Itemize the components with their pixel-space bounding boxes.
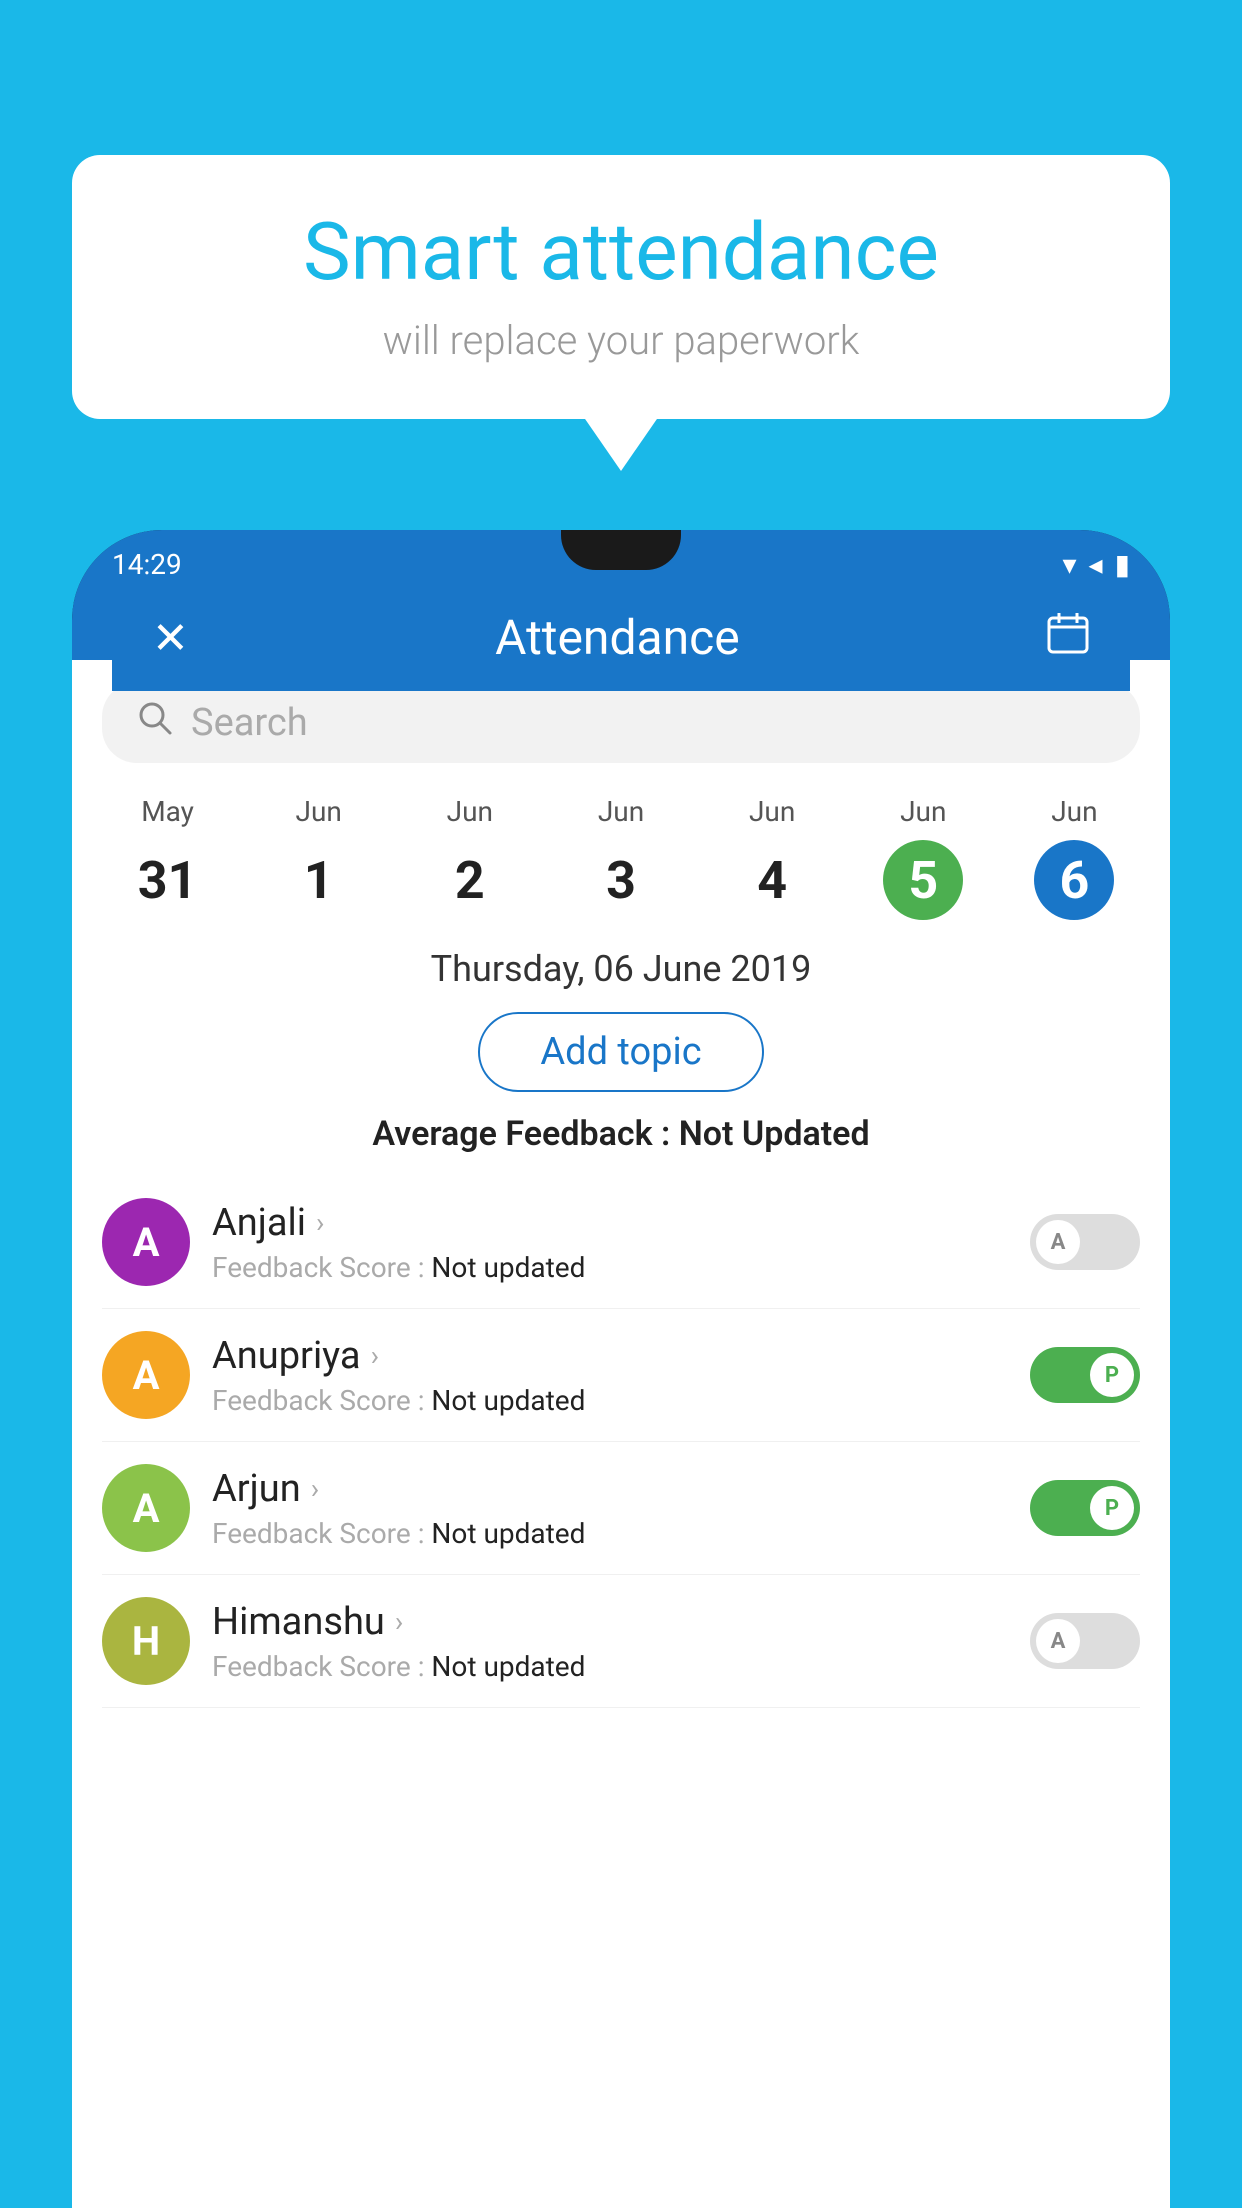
calendar-day[interactable]: Jun 6 [999, 795, 1150, 920]
cal-month-label: Jun [848, 795, 999, 828]
speech-bubble: Smart attendance will replace your paper… [72, 155, 1170, 419]
cal-month-label: Jun [243, 795, 394, 828]
feedback-value: Not updated [431, 1517, 585, 1550]
cal-date-number[interactable]: 6 [1034, 840, 1114, 920]
student-item[interactable]: A Anupriya › Feedback Score : Not updated P [102, 1309, 1140, 1442]
average-feedback: Average Feedback : Not Updated [72, 1114, 1170, 1154]
calendar-day[interactable]: Jun 3 [545, 795, 696, 920]
phone-content: Search May 31 Jun 1 Jun 2 Jun 3 Jun 4 Jun 5 Jun 6 Thu… [72, 660, 1170, 2208]
cal-month-label: Jun [394, 795, 545, 828]
cal-month-label: Jun [999, 795, 1150, 828]
calendar-day[interactable]: Jun 4 [697, 795, 848, 920]
attendance-toggle[interactable]: P [1030, 1347, 1140, 1403]
toggle-knob: P [1090, 1353, 1134, 1397]
cal-date-number[interactable]: 4 [732, 840, 812, 920]
chevron-right-icon: › [371, 1339, 379, 1372]
student-name: Anjali › [212, 1201, 1008, 1245]
cal-date-number[interactable]: 1 [279, 840, 359, 920]
attendance-toggle[interactable]: A [1030, 1214, 1140, 1270]
student-name: Himanshu › [212, 1600, 1008, 1644]
student-name: Arjun › [212, 1467, 1008, 1511]
toggle-knob: A [1036, 1220, 1080, 1264]
calendar-strip: May 31 Jun 1 Jun 2 Jun 3 Jun 4 Jun 5 Jun 6 [72, 785, 1170, 930]
app-bar: ✕ Attendance [112, 589, 1130, 691]
cal-month-label: Jun [697, 795, 848, 828]
cal-date-number[interactable]: 2 [430, 840, 510, 920]
student-item[interactable]: A Arjun › Feedback Score : Not updated P [102, 1442, 1140, 1575]
attendance-toggle[interactable]: A [1030, 1613, 1140, 1669]
student-item[interactable]: H Himanshu › Feedback Score : Not updated A [102, 1575, 1140, 1708]
cal-month-label: May [92, 795, 243, 828]
feedback-value: Not updated [431, 1251, 585, 1284]
avg-feedback-label: Average Feedback : [372, 1114, 678, 1154]
phone-frame: 14:29 ▾ ◂ ▮ ✕ Attendance [72, 530, 1170, 2208]
chevron-right-icon: › [395, 1605, 403, 1638]
feedback-score: Feedback Score : Not updated [212, 1384, 1008, 1417]
search-input-placeholder: Search [191, 701, 308, 745]
chevron-right-icon: › [316, 1206, 324, 1239]
feedback-value: Not updated [431, 1650, 585, 1683]
add-topic-button[interactable]: Add topic [478, 1012, 763, 1092]
toggle-knob: P [1090, 1486, 1134, 1530]
student-list: AAnjali ›Feedback Score : Not updatedAAA… [72, 1176, 1170, 1708]
status-icons: ▾ ◂ ▮ [1062, 548, 1130, 581]
signal-icon: ◂ [1089, 548, 1103, 581]
avg-feedback-value: Not Updated [679, 1114, 870, 1154]
battery-icon: ▮ [1115, 548, 1130, 581]
cal-date-number[interactable]: 31 [128, 840, 208, 920]
calendar-day[interactable]: May 31 [92, 795, 243, 920]
attendance-toggle[interactable]: P [1030, 1480, 1140, 1536]
avatar: H [102, 1597, 190, 1685]
bubble-title: Smart attendance [132, 205, 1110, 299]
student-info: Anjali › Feedback Score : Not updated [212, 1201, 1008, 1284]
chevron-right-icon: › [311, 1472, 319, 1505]
cal-date-number[interactable]: 3 [581, 840, 661, 920]
calendar-icon[interactable] [1046, 610, 1090, 665]
status-time: 14:29 [112, 548, 182, 581]
avatar: A [102, 1198, 190, 1286]
student-info: Himanshu › Feedback Score : Not updated [212, 1600, 1008, 1683]
cal-date-number[interactable]: 5 [883, 840, 963, 920]
feedback-score: Feedback Score : Not updated [212, 1251, 1008, 1284]
calendar-day[interactable]: Jun 2 [394, 795, 545, 920]
search-icon [137, 700, 173, 745]
search-bar[interactable]: Search [102, 682, 1140, 763]
student-info: Anupriya › Feedback Score : Not updated [212, 1334, 1008, 1417]
student-info: Arjun › Feedback Score : Not updated [212, 1467, 1008, 1550]
avatar: A [102, 1331, 190, 1419]
feedback-score: Feedback Score : Not updated [212, 1517, 1008, 1550]
phone-notch [561, 530, 681, 570]
selected-date-label: Thursday, 06 June 2019 [72, 948, 1170, 990]
feedback-score: Feedback Score : Not updated [212, 1650, 1008, 1683]
student-item[interactable]: A Anjali › Feedback Score : Not updated A [102, 1176, 1140, 1309]
bubble-subtitle: will replace your paperwork [132, 317, 1110, 364]
phone-top-bar: 14:29 ▾ ◂ ▮ ✕ Attendance [72, 530, 1170, 660]
toggle-knob: A [1036, 1619, 1080, 1663]
avatar: A [102, 1464, 190, 1552]
calendar-day[interactable]: Jun 1 [243, 795, 394, 920]
cal-month-label: Jun [545, 795, 696, 828]
calendar-day[interactable]: Jun 5 [848, 795, 999, 920]
student-name: Anupriya › [212, 1334, 1008, 1378]
feedback-value: Not updated [431, 1384, 585, 1417]
wifi-icon: ▾ [1062, 548, 1076, 581]
app-bar-title: Attendance [495, 609, 740, 666]
close-button[interactable]: ✕ [152, 612, 189, 664]
